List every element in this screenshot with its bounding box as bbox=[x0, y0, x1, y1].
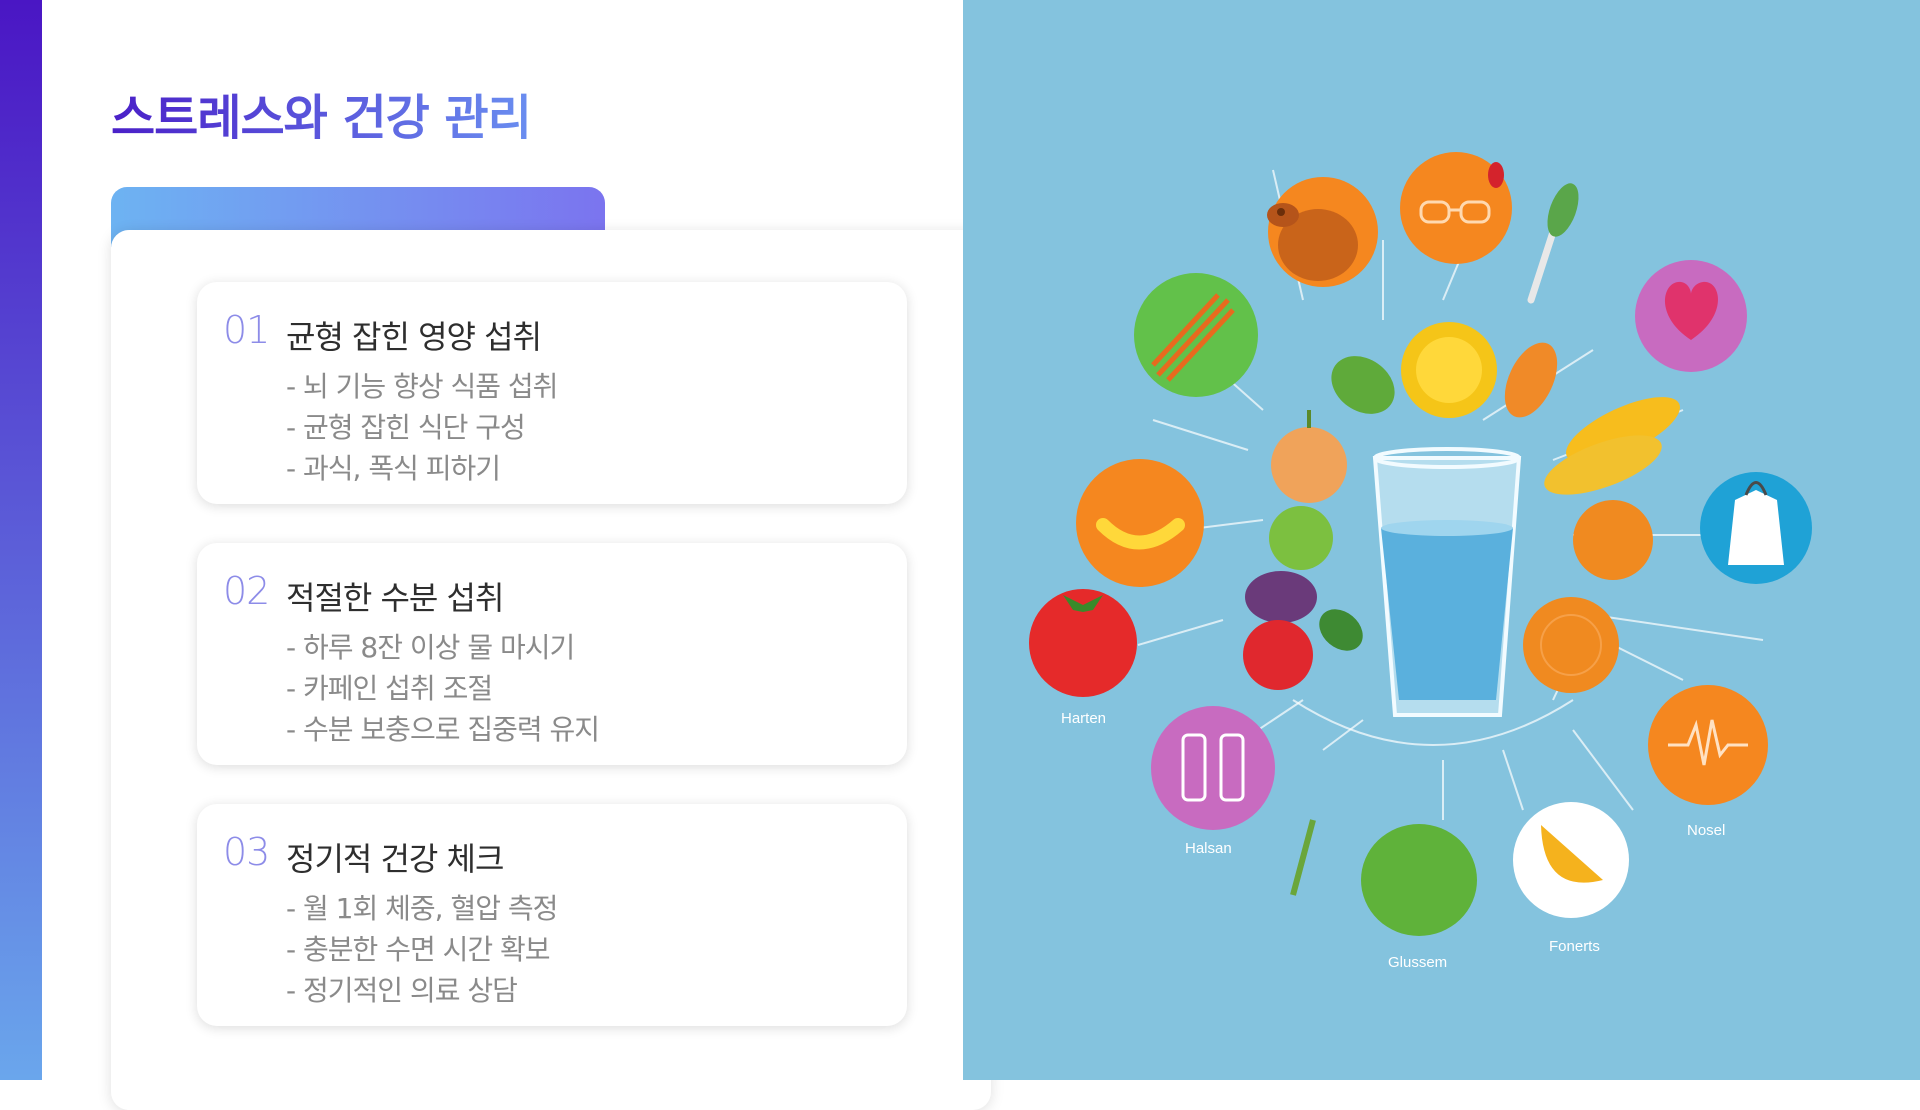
card-item: - 충분한 수면 시간 확보 bbox=[286, 933, 551, 966]
card-item: - 월 1회 체중, 혈압 측정 bbox=[286, 892, 558, 925]
tomato-icon bbox=[1029, 589, 1137, 697]
card-item: - 균형 잡힌 식단 구성 bbox=[286, 411, 526, 444]
illustration-canvas: Harten Halsan Glussem Fonerts Nosel bbox=[1029, 152, 1812, 971]
card-item: - 정기적인 의료 상담 bbox=[286, 974, 518, 1007]
roast-chicken-icon bbox=[1267, 177, 1378, 287]
card-item: - 과식, 폭식 피하기 bbox=[286, 452, 501, 485]
card-item: - 뇌 기능 향상 식품 섭취 bbox=[286, 370, 558, 403]
card-number: 02 bbox=[223, 569, 270, 613]
card-item: - 수분 보충으로 집중력 유지 bbox=[286, 713, 600, 746]
asparagus-icon bbox=[1290, 819, 1316, 896]
corn-icon bbox=[1544, 397, 1680, 495]
apple-icon bbox=[1243, 620, 1313, 690]
heartbeat-icon bbox=[1648, 685, 1768, 805]
stethoscope-coat-icon bbox=[1700, 472, 1812, 584]
card-item: - 하루 8잔 이상 물 마시기 bbox=[286, 631, 575, 664]
card-title: 균형 잡힌 영양 섭취 bbox=[286, 318, 542, 356]
label-halsan: Halsan bbox=[1185, 840, 1232, 857]
card-title: 적절한 수분 섭취 bbox=[286, 579, 504, 617]
card-number: 03 bbox=[223, 830, 270, 874]
brush-icon bbox=[1527, 183, 1579, 304]
health-illustration: Harten Halsan Glussem Fonerts Nosel bbox=[963, 0, 1920, 1080]
card-number: 01 bbox=[223, 308, 270, 352]
orange-slices-icon bbox=[1573, 500, 1653, 580]
label-harten: Harten bbox=[1061, 710, 1106, 727]
banana-icon bbox=[1076, 459, 1204, 587]
content-panel: 01 균형 잡힌 영양 섭취 - 뇌 기능 향상 식품 섭취 - 균형 잡힌 식… bbox=[111, 230, 991, 1110]
card-title: 정기적 건강 체크 bbox=[286, 840, 504, 878]
lemon-icon bbox=[1401, 322, 1497, 418]
leaf-icon bbox=[1331, 356, 1395, 414]
card-nutrition: 01 균형 잡힌 영양 섭취 - 뇌 기능 향상 식품 섭취 - 균형 잡힌 식… bbox=[197, 282, 907, 504]
card-health-check: 03 정기적 건강 체크 - 월 1회 체중, 혈압 측정 - 충분한 수면 시… bbox=[197, 804, 907, 1026]
card-item: - 카페인 섭취 조절 bbox=[286, 672, 493, 705]
card-item-list: - 뇌 기능 향상 식품 섭취 - 균형 잡힌 식단 구성 - 과식, 폭식 피… bbox=[286, 366, 558, 489]
onion-icon bbox=[1271, 410, 1347, 503]
card-item-list: - 하루 8잔 이상 물 마시기 - 카페인 섭취 조절 - 수분 보충으로 집… bbox=[286, 627, 600, 750]
slide-title: 스트레스와 건강 관리 bbox=[111, 78, 532, 148]
heart-icon bbox=[1635, 260, 1747, 372]
orange-icon bbox=[1523, 597, 1619, 693]
label-nosel: Nosel bbox=[1687, 822, 1725, 839]
card-hydration: 02 적절한 수분 섭취 - 하루 8잔 이상 물 마시기 - 카페인 섭취 조… bbox=[197, 543, 907, 765]
label-glussem: Glussem bbox=[1388, 954, 1447, 971]
leaf-icon bbox=[1319, 609, 1363, 651]
accent-side-bar bbox=[0, 0, 42, 1080]
label-fonerts: Fonerts bbox=[1549, 938, 1600, 955]
green-leaf-icon bbox=[1361, 824, 1477, 936]
lemon-wedge-icon bbox=[1513, 802, 1629, 918]
water-bottles-icon bbox=[1151, 706, 1275, 830]
water-glass-icon bbox=[1372, 447, 1522, 717]
plum-icon bbox=[1245, 571, 1317, 623]
glasses-icon bbox=[1400, 152, 1512, 264]
card-item-list: - 월 1회 체중, 혈압 측정 - 충분한 수면 시간 확보 - 정기적인 의… bbox=[286, 888, 558, 1011]
carrot-sticks-icon bbox=[1134, 273, 1258, 397]
apple-icon bbox=[1269, 506, 1333, 570]
papaya-icon bbox=[1504, 342, 1558, 418]
